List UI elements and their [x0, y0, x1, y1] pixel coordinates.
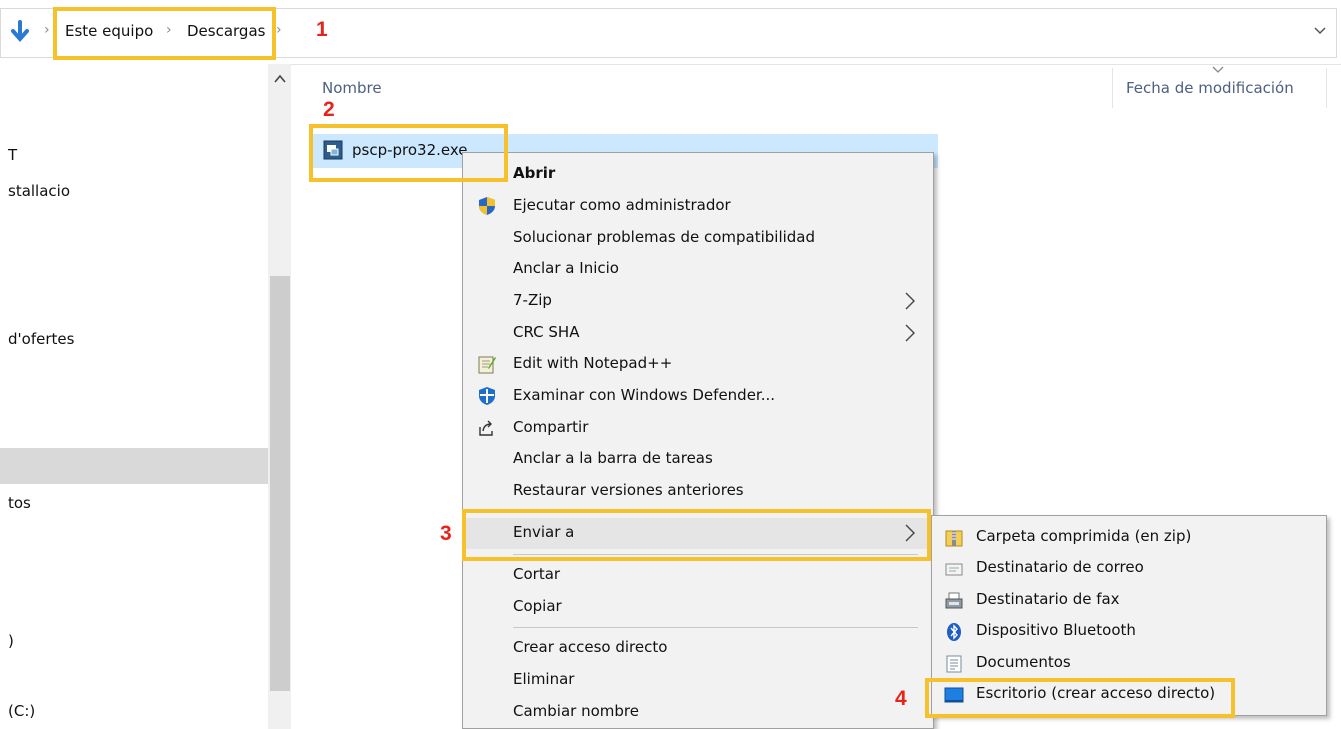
chevron-up-icon[interactable] [273, 72, 287, 86]
submenu-item-correo[interactable]: Destinatario de correo [932, 553, 1326, 584]
menu-item-compatibilidad[interactable]: Solucionar problemas de compatibilidad [463, 223, 933, 254]
menu-item-restaurar[interactable]: Restaurar versiones anteriores [463, 476, 933, 507]
annotation-box-1 [53, 7, 276, 60]
download-arrow-icon [11, 20, 29, 43]
menu-item-notepad[interactable]: Edit with Notepad++ [463, 349, 933, 380]
bluetooth-icon [947, 623, 961, 641]
annotation-number-2: 2 [323, 98, 335, 121]
breadcrumb-separator[interactable]: › [276, 22, 282, 38]
menu-item-7zip[interactable]: 7-Zip [463, 286, 933, 317]
annotation-box-2 [309, 124, 508, 182]
chevron-down-icon[interactable] [1313, 24, 1327, 38]
scrollbar-thumb[interactable] [270, 276, 290, 691]
menu-separator [513, 627, 918, 628]
annotation-number-3: 3 [440, 522, 452, 545]
sort-chevron-icon [1212, 66, 1224, 73]
breadcrumb-separator: › [44, 22, 50, 38]
menu-item-compartir[interactable]: Compartir [463, 413, 933, 444]
column-divider [1326, 68, 1327, 108]
menu-item-copiar[interactable]: Copiar [463, 592, 933, 623]
annotation-number-4: 4 [895, 687, 907, 710]
nav-item[interactable]: stallacio [8, 182, 70, 200]
menu-item-cortar[interactable]: Cortar [463, 560, 933, 591]
fax-icon [945, 592, 963, 609]
menu-item-anclar-barra[interactable]: Anclar a la barra de tareas [463, 444, 933, 475]
menu-item-eliminar[interactable]: Eliminar [463, 665, 933, 696]
nav-item[interactable]: tos [8, 494, 31, 512]
submenu-item-fax[interactable]: Destinatario de fax [932, 585, 1326, 616]
submenu-item-bluetooth[interactable]: Dispositivo Bluetooth [932, 616, 1326, 647]
menu-item-defender[interactable]: Examinar con Windows Defender... [463, 381, 933, 412]
column-header-date[interactable]: Fecha de modificación [1126, 79, 1294, 97]
navigation-pane [0, 64, 268, 729]
column-divider [1112, 68, 1113, 108]
nav-item[interactable]: ) [8, 632, 14, 650]
submenu-item-documentos[interactable]: Documentos [932, 648, 1326, 679]
nav-item-selected[interactable] [0, 448, 268, 484]
annotation-box-4 [925, 678, 1235, 718]
nav-item[interactable]: T [8, 146, 17, 164]
menu-item-cambiar-nombre[interactable]: Cambiar nombre [463, 697, 933, 728]
mail-icon [945, 563, 963, 576]
menu-item-crear-acceso[interactable]: Crear acceso directo [463, 633, 933, 664]
notepad-icon [478, 356, 496, 374]
nav-item[interactable]: d'ofertes [8, 330, 74, 348]
shield-icon [479, 197, 495, 215]
annotation-number-1: 1 [316, 18, 328, 41]
documents-icon [946, 655, 962, 673]
share-icon [479, 420, 493, 436]
column-header-name[interactable]: Nombre [322, 79, 382, 97]
menu-item-anclar-inicio[interactable]: Anclar a Inicio [463, 254, 933, 285]
context-menu: Abrir Ejecutar como administrador Soluci… [462, 152, 934, 729]
defender-icon [479, 387, 495, 405]
nav-item-drive-c[interactable]: (C:) [8, 702, 35, 720]
chevron-right-icon [905, 324, 915, 342]
zip-folder-icon [945, 530, 963, 547]
menu-item-crc-sha[interactable]: CRC SHA [463, 318, 933, 349]
submenu-item-zip[interactable]: Carpeta comprimida (en zip) [932, 522, 1326, 553]
menu-item-ejecutar-admin[interactable]: Ejecutar como administrador [463, 191, 933, 222]
chevron-right-icon [905, 292, 915, 310]
menu-item-abrir[interactable]: Abrir [463, 159, 933, 190]
annotation-box-3 [462, 509, 931, 561]
